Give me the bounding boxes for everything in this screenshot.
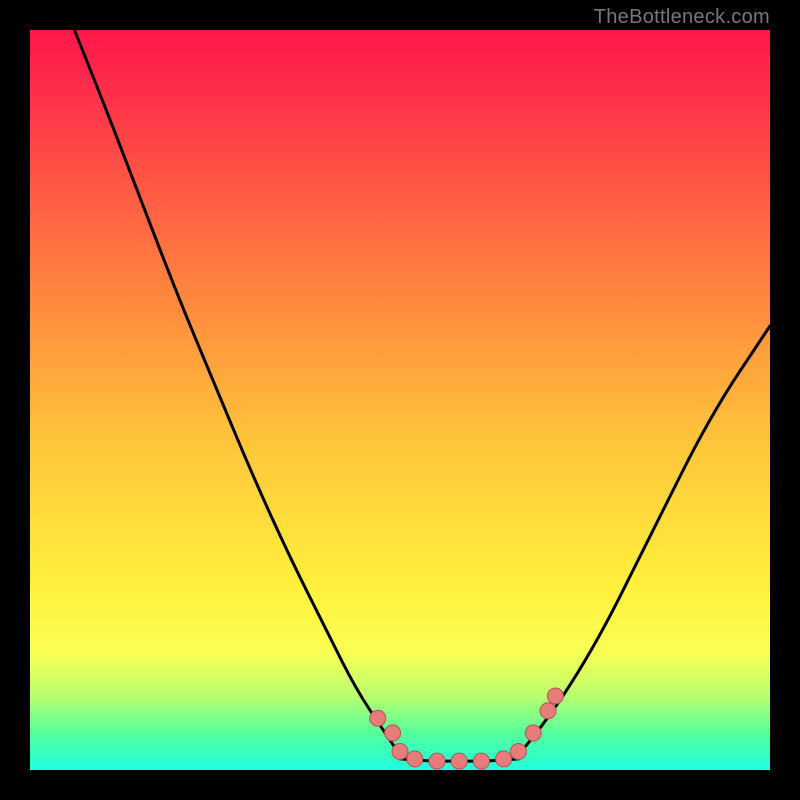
marker-point-1 bbox=[385, 725, 401, 741]
marker-point-3 bbox=[407, 751, 423, 767]
marker-point-11 bbox=[547, 688, 563, 704]
marker-point-9 bbox=[525, 725, 541, 741]
marker-point-4 bbox=[429, 753, 445, 769]
marker-point-10 bbox=[540, 703, 556, 719]
watermark-text: TheBottleneck.com bbox=[594, 6, 770, 29]
marker-point-8 bbox=[510, 744, 526, 760]
plot-area bbox=[30, 30, 770, 770]
marker-point-5 bbox=[451, 753, 467, 769]
markers-group bbox=[370, 688, 564, 769]
marker-point-6 bbox=[473, 753, 489, 769]
chart-svg bbox=[30, 30, 770, 770]
marker-point-2 bbox=[392, 744, 408, 760]
marker-point-7 bbox=[496, 751, 512, 767]
series-left-curve bbox=[74, 30, 400, 755]
outer-frame: TheBottleneck.com bbox=[0, 0, 800, 800]
curve-path-left-curve bbox=[74, 30, 400, 755]
marker-point-0 bbox=[370, 710, 386, 726]
